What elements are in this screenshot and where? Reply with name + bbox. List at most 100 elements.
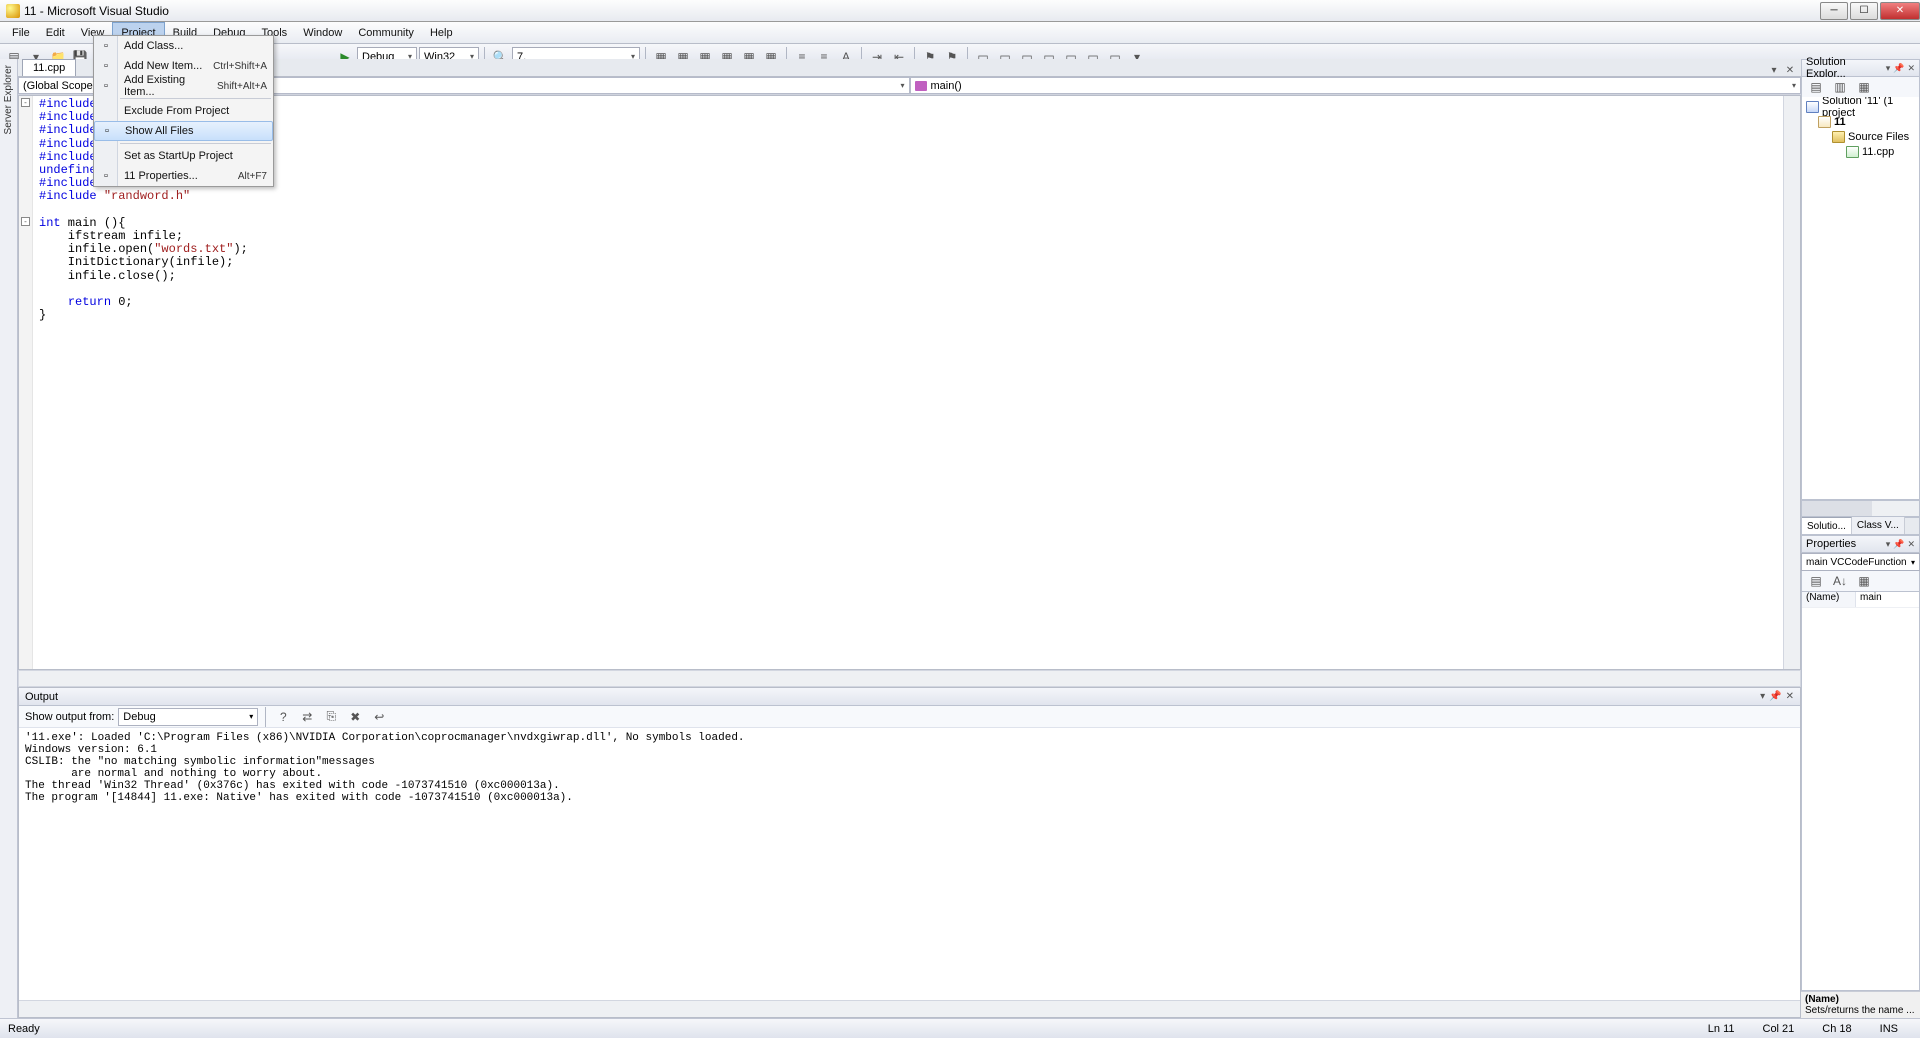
menu-item[interactable]: Exclude From Project bbox=[94, 101, 273, 121]
status-bar: Ready Ln 11 Col 21 Ch 18 INS bbox=[0, 1018, 1920, 1038]
file-node[interactable]: 11.cpp bbox=[1804, 144, 1917, 159]
document-tab[interactable]: 11.cpp bbox=[22, 59, 76, 76]
cpp-file-icon bbox=[1846, 146, 1859, 158]
menu-item[interactable]: Set as StartUp Project bbox=[94, 146, 273, 166]
solution-explorer-header: Solution Explor... ▾📌✕ bbox=[1801, 59, 1920, 77]
menu-window[interactable]: Window bbox=[295, 22, 350, 43]
menu-item[interactable]: ▫Show All Files bbox=[94, 121, 273, 141]
menu-edit[interactable]: Edit bbox=[38, 22, 73, 43]
server-explorer-tab[interactable]: Server Explorer bbox=[3, 65, 14, 134]
solution-node[interactable]: Solution '11' (1 project bbox=[1804, 99, 1917, 114]
output-title: Output bbox=[25, 691, 58, 703]
showall-icon: ▫ bbox=[99, 123, 115, 139]
window-title: 11 - Microsoft Visual Studio bbox=[24, 4, 1818, 18]
se-tool-icon[interactable]: ▤ bbox=[1806, 77, 1826, 97]
menu-bar: FileEditViewProjectBuildDebugToolsWindow… bbox=[0, 22, 1920, 44]
solution-explorer-tree[interactable]: Solution '11' (1 project 11 Source Files… bbox=[1801, 97, 1920, 500]
show-output-label: Show output from: bbox=[25, 711, 114, 723]
outline-collapse-icon[interactable]: - bbox=[21, 98, 30, 107]
folder-node[interactable]: Source Files bbox=[1804, 129, 1917, 144]
right-tab-strip: Solutio... Class V... bbox=[1801, 517, 1920, 535]
class-icon: ▫ bbox=[98, 38, 114, 54]
close-button[interactable]: ✕ bbox=[1880, 2, 1920, 20]
minimize-button[interactable]: ─ bbox=[1820, 2, 1848, 20]
document-tab-strip: 11.cpp ▾ ✕ bbox=[18, 59, 1801, 77]
tab-close-icon[interactable]: ✕ bbox=[1783, 65, 1797, 76]
status-ready: Ready bbox=[8, 1023, 40, 1035]
horizontal-scrollbar[interactable] bbox=[18, 670, 1801, 687]
output-toolbar: Show output from: Debug▾ ? ⇄ ⎘ ✖ ↩ bbox=[19, 706, 1800, 728]
output-source-dropdown[interactable]: Debug▾ bbox=[118, 708, 258, 726]
code-text[interactable]: #include #include #include #include #inc… bbox=[33, 96, 1783, 669]
properties-toolbar: ▤ A↓ ▦ bbox=[1801, 571, 1920, 591]
se-tool-icon[interactable]: ▥ bbox=[1830, 77, 1850, 97]
outline-collapse-icon[interactable]: - bbox=[21, 217, 30, 226]
code-editor[interactable]: - - #include #include #include #include … bbox=[18, 95, 1801, 670]
output-wrap-icon[interactable]: ↩ bbox=[369, 707, 389, 727]
alpha-icon[interactable]: A↓ bbox=[1830, 571, 1850, 591]
panel-close-icon[interactable]: ✕ bbox=[1907, 63, 1915, 74]
output-panel: Output ▾ 📌 ✕ Show output from: Debug▾ ? … bbox=[18, 687, 1801, 1018]
categorized-icon[interactable]: ▤ bbox=[1806, 571, 1826, 591]
property-row[interactable]: (Name) main bbox=[1802, 592, 1919, 608]
tab-dropdown-icon[interactable]: ▾ bbox=[1767, 65, 1781, 76]
property-name: (Name) bbox=[1802, 592, 1856, 607]
solution-icon bbox=[1806, 101, 1819, 113]
status-char: Ch 18 bbox=[1808, 1023, 1865, 1035]
solution-explorer-toolbar: ▤ ▥ ▦ bbox=[1801, 77, 1920, 97]
properties-grid[interactable]: (Name) main bbox=[1801, 591, 1920, 991]
project-menu-dropdown: ▫Add Class...▫Add New Item...Ctrl+Shift+… bbox=[93, 35, 274, 187]
output-tool-icon[interactable]: ? bbox=[273, 707, 293, 727]
panel-close-icon[interactable]: ✕ bbox=[1786, 691, 1794, 702]
tab-class-view[interactable]: Class V... bbox=[1852, 517, 1905, 534]
newitem-icon: ▫ bbox=[98, 58, 114, 74]
right-dock: Solution Explor... ▾📌✕ ▤ ▥ ▦ Solution '1… bbox=[1801, 59, 1920, 1018]
status-insert-mode: INS bbox=[1866, 1023, 1912, 1035]
properties-description: (Name) Sets/returns the name ... bbox=[1801, 991, 1920, 1018]
prop-pages-icon[interactable]: ▦ bbox=[1854, 571, 1874, 591]
folder-icon bbox=[1832, 131, 1845, 143]
output-clear-icon[interactable]: ✖ bbox=[345, 707, 365, 727]
status-column: Col 21 bbox=[1749, 1023, 1809, 1035]
props-icon: ▫ bbox=[98, 168, 114, 184]
panel-pin-icon[interactable]: 📌 bbox=[1769, 691, 1781, 702]
menu-item[interactable]: ▫Add New Item...Ctrl+Shift+A bbox=[94, 56, 273, 76]
properties-desc-title: (Name) bbox=[1805, 994, 1916, 1005]
menu-help[interactable]: Help bbox=[422, 22, 461, 43]
member-dropdown[interactable]: main()▾ bbox=[910, 77, 1802, 94]
menu-item[interactable]: ▫11 Properties...Alt+F7 bbox=[94, 166, 273, 186]
indicator-margin: - - bbox=[19, 96, 33, 669]
menu-item[interactable]: ▫Add Existing Item...Shift+Alt+A bbox=[94, 76, 273, 96]
panel-dropdown-icon[interactable]: ▾ bbox=[1886, 539, 1891, 550]
left-sidebar: Server Explorer bbox=[0, 59, 18, 1018]
tab-solution-explorer[interactable]: Solutio... bbox=[1802, 517, 1852, 534]
se-horizontal-scrollbar[interactable] bbox=[1801, 500, 1920, 517]
se-tool-icon[interactable]: ▦ bbox=[1854, 77, 1874, 97]
properties-object-selector[interactable]: main VCCodeFunction▾ bbox=[1801, 553, 1920, 571]
menu-item[interactable]: ▫Add Class... bbox=[94, 36, 273, 56]
existitem-icon: ▫ bbox=[98, 78, 114, 94]
panel-dropdown-icon[interactable]: ▾ bbox=[1886, 63, 1891, 74]
output-horizontal-scrollbar[interactable] bbox=[19, 1000, 1800, 1017]
output-tool-icon[interactable]: ⎘ bbox=[321, 707, 341, 727]
output-tool-icon[interactable]: ⇄ bbox=[297, 707, 317, 727]
project-icon bbox=[1818, 116, 1831, 128]
output-text[interactable]: '11.exe': Loaded 'C:\Program Files (x86)… bbox=[19, 728, 1800, 1017]
panel-dropdown-icon[interactable]: ▾ bbox=[1760, 691, 1765, 702]
method-icon bbox=[915, 81, 927, 91]
menu-file[interactable]: File bbox=[4, 22, 38, 43]
status-line: Ln 11 bbox=[1694, 1023, 1749, 1035]
properties-desc-text: Sets/returns the name ... bbox=[1805, 1005, 1916, 1016]
panel-close-icon[interactable]: ✕ bbox=[1907, 539, 1915, 550]
toolbar-separator bbox=[265, 707, 266, 727]
panel-pin-icon[interactable]: 📌 bbox=[1893, 539, 1904, 550]
menu-community[interactable]: Community bbox=[350, 22, 422, 43]
title-bar: 11 - Microsoft Visual Studio ─ ☐ ✕ bbox=[0, 0, 1920, 22]
properties-title: Properties bbox=[1806, 538, 1856, 550]
property-value[interactable]: main bbox=[1856, 592, 1919, 607]
output-header: Output ▾ 📌 ✕ bbox=[19, 688, 1800, 706]
maximize-button[interactable]: ☐ bbox=[1850, 2, 1878, 20]
vertical-scrollbar[interactable] bbox=[1783, 96, 1800, 669]
app-icon bbox=[6, 4, 20, 18]
panel-pin-icon[interactable]: 📌 bbox=[1893, 63, 1904, 74]
